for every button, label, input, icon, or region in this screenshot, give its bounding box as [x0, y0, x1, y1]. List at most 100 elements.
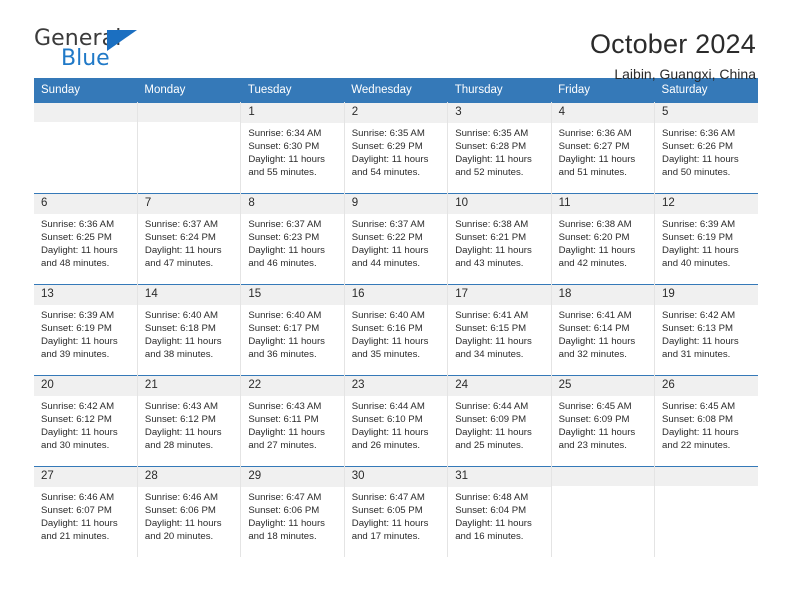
sunrise-text: Sunrise: 6:45 AM	[662, 400, 736, 412]
day-number	[655, 467, 758, 486]
calendar-day-cell[interactable]: 3 Sunrise: 6:35 AM Sunset: 6:28 PM Daylight…	[447, 102, 552, 194]
day-number: 2	[344, 103, 448, 123]
calendar-day-cell[interactable]: 22 Sunrise: 6:43 AM Sunset: 6:11 PM Dayligh…	[240, 375, 345, 467]
calendar-day-cell[interactable]: 26 Sunrise: 6:45 AM Sunset: 6:08 PM Dayligh…	[654, 375, 758, 467]
sunrise-text: Sunrise: 6:46 AM	[41, 491, 115, 503]
daylight-text-line1: Daylight: 11 hours	[455, 427, 532, 439]
day-cell-inner: 3 Sunrise: 6:35 AM Sunset: 6:28 PM Daylight…	[448, 103, 551, 193]
day-details: Sunrise: 6:37 AM Sunset: 6:22 PM Daylight:…	[345, 214, 447, 271]
sunset-text: Sunset: 6:12 PM	[144, 413, 216, 425]
daylight-text-line2: and 38 minutes.	[144, 349, 214, 361]
day-details: Sunrise: 6:36 AM Sunset: 6:26 PM Daylight:…	[655, 123, 758, 180]
brand-word-blue: Blue	[61, 46, 110, 71]
day-number: 18	[551, 285, 655, 305]
daylight-text-line2: and 40 minutes.	[662, 258, 731, 270]
calendar-empty-cell	[551, 466, 656, 557]
day-cell-inner: 11 Sunrise: 6:38 AM Sunset: 6:20 PM Dayligh…	[551, 194, 655, 284]
calendar-day-cell[interactable]: 16 Sunrise: 6:40 AM Sunset: 6:16 PM Dayligh…	[344, 284, 449, 376]
sunrise-text: Sunrise: 6:47 AM	[248, 491, 322, 503]
day-cell-inner	[34, 103, 137, 193]
day-details: Sunrise: 6:40 AM Sunset: 6:16 PM Daylight:…	[345, 305, 447, 362]
calendar-day-cell[interactable]: 19 Sunrise: 6:42 AM Sunset: 6:13 PM Dayligh…	[654, 284, 758, 376]
calendar-day-cell[interactable]: 20 Sunrise: 6:42 AM Sunset: 6:12 PM Dayligh…	[34, 375, 138, 467]
calendar-day-cell[interactable]: 23 Sunrise: 6:44 AM Sunset: 6:10 PM Dayligh…	[344, 375, 449, 467]
calendar-day-cell[interactable]: 14 Sunrise: 6:40 AM Sunset: 6:18 PM Dayligh…	[137, 284, 242, 376]
calendar-day-cell[interactable]: 11 Sunrise: 6:38 AM Sunset: 6:20 PM Dayligh…	[551, 193, 656, 285]
day-details: Sunrise: 6:35 AM Sunset: 6:29 PM Daylight:…	[345, 123, 447, 180]
day-number: 15	[241, 285, 344, 305]
sunrise-text: Sunrise: 6:39 AM	[662, 218, 736, 230]
day-details: Sunrise: 6:46 AM Sunset: 6:06 PM Daylight:…	[138, 487, 240, 544]
calendar-day-cell[interactable]: 21 Sunrise: 6:43 AM Sunset: 6:12 PM Dayligh…	[137, 375, 242, 467]
day-number	[34, 103, 137, 122]
day-number: 20	[34, 376, 137, 396]
calendar-day-cell[interactable]: 29 Sunrise: 6:47 AM Sunset: 6:06 PM Dayligh…	[240, 466, 345, 557]
day-cell-inner: 19 Sunrise: 6:42 AM Sunset: 6:13 PM Dayligh…	[655, 285, 758, 375]
calendar-day-cell[interactable]: 27 Sunrise: 6:46 AM Sunset: 6:07 PM Dayligh…	[34, 466, 138, 557]
sunset-text: Sunset: 6:30 PM	[248, 140, 320, 152]
sunrise-text: Sunrise: 6:38 AM	[455, 218, 529, 230]
daylight-text-line2: and 54 minutes.	[351, 167, 421, 179]
calendar-day-cell[interactable]: 31 Sunrise: 6:48 AM Sunset: 6:04 PM Dayligh…	[447, 466, 552, 557]
calendar-day-cell[interactable]: 2 Sunrise: 6:35 AM Sunset: 6:29 PM Daylight…	[344, 102, 449, 194]
sunrise-text: Sunrise: 6:34 AM	[248, 127, 322, 139]
calendar-day-cell[interactable]: 24 Sunrise: 6:44 AM Sunset: 6:09 PM Dayligh…	[447, 375, 552, 467]
day-cell-inner: 26 Sunrise: 6:45 AM Sunset: 6:08 PM Dayligh…	[655, 376, 758, 466]
day-number: 21	[137, 376, 241, 396]
calendar-day-cell[interactable]: 8 Sunrise: 6:37 AM Sunset: 6:23 PM Daylight…	[240, 193, 345, 285]
daylight-text-line1: Daylight: 11 hours	[248, 154, 325, 166]
calendar-day-cell[interactable]: 13 Sunrise: 6:39 AM Sunset: 6:19 PM Dayligh…	[34, 284, 138, 376]
day-details: Sunrise: 6:42 AM Sunset: 6:12 PM Daylight:…	[34, 396, 137, 453]
calendar-day-cell[interactable]: 18 Sunrise: 6:41 AM Sunset: 6:14 PM Dayligh…	[551, 284, 656, 376]
day-details: Sunrise: 6:48 AM Sunset: 6:04 PM Daylight:…	[448, 487, 550, 544]
day-cell-inner: 18 Sunrise: 6:41 AM Sunset: 6:14 PM Dayligh…	[551, 285, 655, 375]
sunrise-text: Sunrise: 6:43 AM	[248, 400, 322, 412]
day-number: 7	[137, 194, 241, 214]
calendar-day-cell[interactable]: 4 Sunrise: 6:36 AM Sunset: 6:27 PM Daylight…	[551, 102, 656, 194]
daylight-text-line2: and 51 minutes.	[558, 167, 627, 179]
day-details: Sunrise: 6:43 AM Sunset: 6:12 PM Daylight:…	[138, 396, 240, 453]
sunrise-text: Sunrise: 6:37 AM	[351, 218, 425, 230]
day-number: 1	[241, 103, 344, 123]
daylight-text-line1: Daylight: 11 hours	[662, 427, 739, 439]
sunset-text: Sunset: 6:29 PM	[351, 140, 423, 152]
daylight-text-line2: and 18 minutes.	[248, 531, 317, 543]
calendar-day-cell[interactable]: 7 Sunrise: 6:37 AM Sunset: 6:24 PM Daylight…	[137, 193, 242, 285]
sunrise-text: Sunrise: 6:41 AM	[558, 309, 632, 321]
sunset-text: Sunset: 6:16 PM	[351, 322, 423, 334]
day-cell-inner: 5 Sunrise: 6:36 AM Sunset: 6:26 PM Daylight…	[655, 103, 758, 193]
day-cell-inner	[137, 103, 241, 193]
day-details: Sunrise: 6:37 AM Sunset: 6:23 PM Daylight:…	[241, 214, 343, 271]
sunrise-text: Sunrise: 6:40 AM	[144, 309, 218, 321]
daylight-text-line2: and 46 minutes.	[248, 258, 317, 270]
sunrise-text: Sunrise: 6:44 AM	[455, 400, 529, 412]
sunrise-text: Sunrise: 6:42 AM	[41, 400, 115, 412]
brand-logo[interactable]: General Blue	[34, 28, 154, 76]
calendar-day-cell[interactable]: 1 Sunrise: 6:34 AM Sunset: 6:30 PM Daylight…	[240, 102, 345, 194]
calendar-day-cell[interactable]: 25 Sunrise: 6:45 AM Sunset: 6:09 PM Dayligh…	[551, 375, 656, 467]
calendar-day-cell[interactable]: 9 Sunrise: 6:37 AM Sunset: 6:22 PM Daylight…	[344, 193, 449, 285]
day-number	[137, 103, 241, 122]
daylight-text-line1: Daylight: 11 hours	[662, 336, 739, 348]
daylight-text-line1: Daylight: 11 hours	[455, 245, 532, 257]
calendar-empty-cell	[654, 466, 758, 557]
sunrise-text: Sunrise: 6:40 AM	[248, 309, 322, 321]
calendar-week-row: 27 Sunrise: 6:46 AM Sunset: 6:07 PM Dayligh…	[34, 466, 758, 557]
day-number: 8	[241, 194, 344, 214]
daylight-text-line2: and 22 minutes.	[662, 440, 731, 452]
calendar-day-cell[interactable]: 6 Sunrise: 6:36 AM Sunset: 6:25 PM Daylight…	[34, 193, 138, 285]
day-details: Sunrise: 6:39 AM Sunset: 6:19 PM Daylight:…	[34, 305, 137, 362]
calendar-day-cell[interactable]: 5 Sunrise: 6:36 AM Sunset: 6:26 PM Daylight…	[654, 102, 758, 194]
day-cell-inner: 31 Sunrise: 6:48 AM Sunset: 6:04 PM Dayligh…	[448, 467, 551, 557]
day-cell-inner: 6 Sunrise: 6:36 AM Sunset: 6:25 PM Daylight…	[34, 194, 137, 284]
calendar-day-cell[interactable]: 12 Sunrise: 6:39 AM Sunset: 6:19 PM Dayligh…	[654, 193, 758, 285]
calendar-day-cell[interactable]: 15 Sunrise: 6:40 AM Sunset: 6:17 PM Dayligh…	[240, 284, 345, 376]
weekday-header-wednesday: Wednesday	[344, 78, 448, 103]
calendar-day-cell[interactable]: 10 Sunrise: 6:38 AM Sunset: 6:21 PM Dayligh…	[447, 193, 552, 285]
calendar-day-cell[interactable]: 28 Sunrise: 6:46 AM Sunset: 6:06 PM Dayligh…	[137, 466, 242, 557]
calendar-day-cell[interactable]: 30 Sunrise: 6:47 AM Sunset: 6:05 PM Dayligh…	[344, 466, 449, 557]
day-details: Sunrise: 6:34 AM Sunset: 6:30 PM Daylight:…	[241, 123, 343, 180]
calendar-day-cell[interactable]: 17 Sunrise: 6:41 AM Sunset: 6:15 PM Dayligh…	[447, 284, 552, 376]
day-cell-inner: 17 Sunrise: 6:41 AM Sunset: 6:15 PM Dayligh…	[448, 285, 551, 375]
sunrise-text: Sunrise: 6:38 AM	[558, 218, 632, 230]
